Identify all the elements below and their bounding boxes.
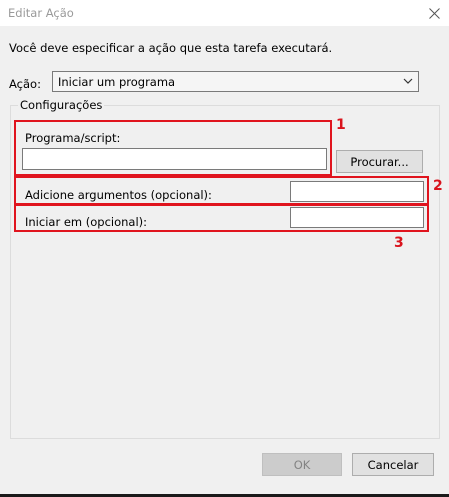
close-button[interactable]	[419, 0, 449, 26]
annotation-number-2: 2	[433, 178, 443, 194]
annotation-number-1: 1	[336, 117, 346, 133]
highlight-box-3	[14, 204, 429, 232]
title-bar: Editar Ação	[0, 0, 449, 26]
browse-button[interactable]: Procurar...	[336, 150, 423, 173]
close-icon	[428, 7, 440, 19]
annotation-number-3: 3	[394, 235, 404, 251]
highlight-box-1	[14, 120, 332, 176]
instruction-text: Você deve especificar a ação que esta ta…	[9, 41, 333, 55]
action-label: Ação:	[9, 77, 41, 91]
action-select[interactable]: Iniciar um programa	[52, 71, 419, 92]
action-select-value: Iniciar um programa	[58, 75, 176, 89]
settings-legend: Configurações	[18, 98, 105, 112]
cancel-button[interactable]: Cancelar	[352, 453, 434, 476]
chevron-down-icon	[403, 78, 413, 84]
highlight-box-2	[14, 176, 429, 205]
window-title: Editar Ação	[8, 6, 74, 20]
ok-button[interactable]: OK	[262, 453, 342, 476]
